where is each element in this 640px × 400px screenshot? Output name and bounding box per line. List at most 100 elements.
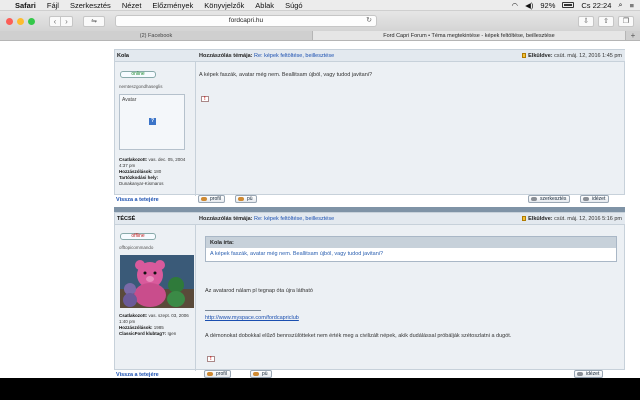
tabs-overview-icon[interactable]: ❐ [618,15,634,27]
profile-button[interactable]: profil [198,195,225,203]
sent-value: csüt. máj. 12, 2016 1:45 pm [554,53,622,59]
sent-value: csüt. máj. 12, 2016 5:16 pm [554,216,622,222]
page-right-margin [625,41,640,378]
url-text: fordcapri.hu [228,17,264,24]
user-stats: Csatlakozott: vas. dec. 05, 2004 4:37 pm… [119,157,193,187]
spotlight-icon[interactable]: ⌕ [618,0,622,10]
notifications-icon[interactable]: ≡ [630,1,634,10]
user-rank: offtopicommando [119,245,154,250]
quote-icon [577,372,583,376]
menu-help[interactable]: Súgó [285,1,303,10]
pm-icon [238,197,244,201]
status-badge: offline [120,233,156,240]
post-footer: Vissza a tetejére profil pü idézet [114,368,625,378]
zoom-window-icon[interactable] [28,17,35,25]
menubar: Safari Fájl Szerkesztés Nézet Előzmények… [0,0,640,11]
minimize-window-icon[interactable] [17,17,24,25]
tab-facebook[interactable]: (2) Facebook [0,31,313,40]
back-to-top-link[interactable]: Vissza a tetejére [116,197,159,203]
pm-button[interactable]: pü [235,195,257,203]
safari-toolbar: ‹ › ⇋ fordcapri.hu ↻ ⇩ ⇧ ❐ [0,11,640,31]
screen-bottom-bezel [0,378,640,400]
edit-button[interactable]: szerkesztés [528,195,571,203]
subject-label: Hozzászólás témája: [199,216,253,222]
missing-image-icon: ? [149,118,156,125]
new-tab-icon[interactable]: + [626,31,640,40]
sent-label: Elküldve: [528,216,553,222]
subject-link[interactable]: Re: képek feltöltése, beillesztése [254,216,334,222]
forward-button[interactable]: › [61,15,73,27]
tab-bar: (2) Facebook Ford Capri Forum • Téma meg… [0,31,640,41]
tab-ford-capri-forum[interactable]: Ford Capri Forum • Téma megtekintése - k… [313,31,626,40]
user-avatar [120,255,194,308]
stat-location: Tartózkodási hely: Dunakanyar-Kismaros [119,175,164,186]
profile-icon [201,197,207,201]
post-tecse: TÉCSÉ Hozzászólás témája: Re: képek felt… [114,212,626,371]
pm-icon [253,372,259,376]
quote-block: Kola írta: A képek faszák, avatar még ne… [205,236,617,262]
sidebar-toggle-icon[interactable]: ⇋ [83,15,105,27]
menu-history[interactable]: Előzmények [152,1,193,10]
menu-file[interactable]: Fájl [47,1,59,10]
profile-icon [207,372,213,376]
stat-club-member: ClassicFord klubtag?: Igen [119,331,177,336]
quote-header: Kola írta: [206,237,616,248]
user-rank: nemteszgondhaseglis [119,84,163,89]
post-header: Kola Hozzászólás témája: Re: képek feltö… [115,50,626,62]
post-author[interactable]: TÉCSÉ [117,216,135,222]
reload-icon[interactable]: ↻ [366,16,372,26]
signature-divider [205,310,261,311]
subject-label: Hozzászólás témája: [199,53,253,59]
post-header: TÉCSÉ Hozzászólás témája: Re: képek felt… [115,213,626,225]
back-button[interactable]: ‹ [49,15,61,27]
pm-button[interactable]: pü [250,370,272,378]
quote-button[interactable]: idézet [574,370,604,378]
profile-button[interactable]: profil [204,370,231,378]
avatar-bear-image [120,255,194,308]
edit-icon [531,197,537,201]
battery-percent[interactable]: 92% [540,1,555,10]
menu-view[interactable]: Nézet [122,1,142,10]
menu-safari[interactable]: Safari [15,1,36,10]
post-subject: Hozzászólás témája: Re: képek feltöltése… [199,216,334,222]
downloads-icon[interactable]: ⇩ [578,15,594,27]
post-doc-icon[interactable] [521,53,526,58]
status-badge: online [120,71,156,78]
report-post-icon[interactable] [207,356,215,362]
post-subject: Hozzászólás témája: Re: képek feltöltése… [199,53,334,59]
toolbar-right: ⇩ ⇧ ❐ [578,15,634,27]
wifi-icon[interactable]: ◠ [512,1,519,10]
battery-icon[interactable] [562,2,575,8]
user-stats: Csatlakozott: vas. szept. 03, 2006 1:40 … [119,313,193,337]
volume-icon[interactable]: ◀) [525,1,533,10]
share-icon[interactable]: ⇧ [598,15,614,27]
menu-bookmarks[interactable]: Könyvjelzők [204,1,244,10]
quote-icon [583,197,589,201]
avatar-label: Avatar [122,97,137,103]
post-date: Elküldve: csüt. máj. 12, 2016 5:16 pm [521,216,622,222]
column-divider [195,225,196,371]
address-bar[interactable]: fordcapri.hu ↻ [115,15,377,27]
clock[interactable]: Cs 22:24 [581,1,611,10]
stat-joined: Csatlakozott: vas. szept. 03, 2006 1:40 … [119,313,189,324]
post-footer: Vissza a tetejére profil pü szerkesztés … [114,193,625,206]
post-body: Az avatarod nálam pl tegnap óta újra lát… [205,288,313,294]
post-kola: Kola Hozzászólás témája: Re: képek feltö… [114,49,626,196]
close-window-icon[interactable] [6,17,13,25]
signature-text: A démonokat dobokkal elűző bennszülöttek… [205,333,512,339]
signature-link[interactable]: http://www.myspace.com/fordcapriclub [205,315,299,321]
post-author[interactable]: Kola [117,53,129,59]
post-date: Elküldve: csüt. máj. 12, 2016 1:45 pm [521,53,622,59]
forum-topic: Kola Hozzászólás témája: Re: képek feltö… [114,41,626,378]
quote-body: A képek faszák, avatar még nem. Beallits… [210,251,384,257]
subject-link[interactable]: Re: képek feltöltése, beillesztése [254,53,334,59]
menu-window[interactable]: Ablak [255,1,274,10]
web-page: Kola Hozzászólás témája: Re: képek feltö… [0,41,640,378]
post-doc-icon[interactable] [521,216,526,221]
report-post-icon[interactable] [201,96,209,102]
status-area: ◠ ◀) 92% Cs 22:24 ⌕ ≡ [512,0,634,10]
quote-button[interactable]: idézet [580,195,610,203]
sent-label: Elküldve: [528,53,553,59]
post-body: A képek faszák, avatar még nem. Beallits… [199,72,373,78]
menu-edit[interactable]: Szerkesztés [70,1,111,10]
